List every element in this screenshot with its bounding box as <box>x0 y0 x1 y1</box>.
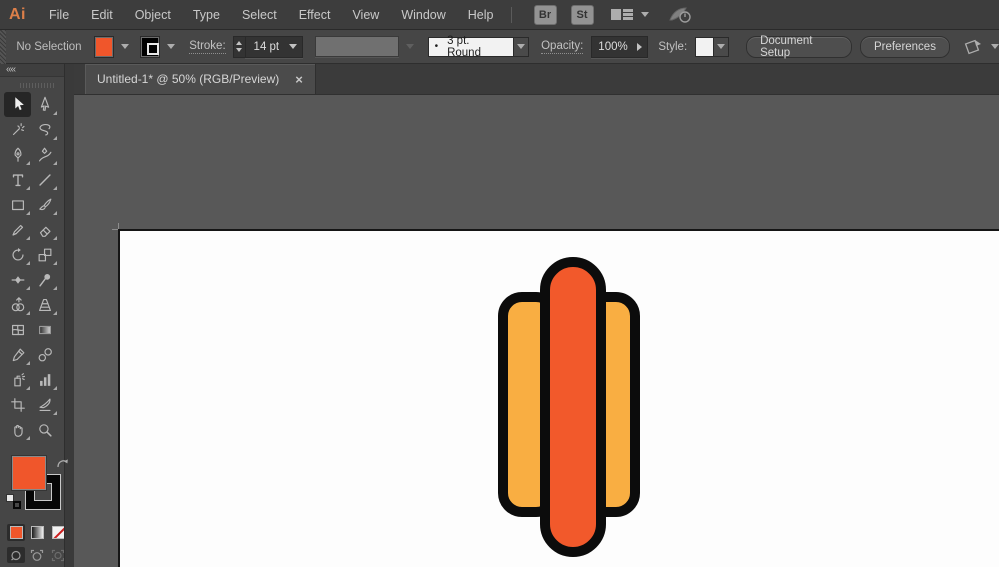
tab-close-icon[interactable]: × <box>295 73 303 86</box>
opacity-label[interactable]: Opacity: <box>541 40 584 54</box>
line-segment-tool[interactable] <box>31 167 58 192</box>
width-profile-chevron-icon <box>405 44 414 49</box>
stroke-color-chevron-icon[interactable] <box>167 44 176 49</box>
pen-tool[interactable] <box>4 142 31 167</box>
slice-tool[interactable] <box>31 392 58 417</box>
brush-chevron-icon[interactable] <box>513 36 530 57</box>
preferences-button[interactable]: Preferences <box>859 35 950 58</box>
draw-behind-icon[interactable] <box>28 547 46 563</box>
menu-bar: Ai File Edit Object Type Select Effect V… <box>0 0 999 30</box>
tools-panel: «« <box>0 64 74 567</box>
control-bar: No Selection Stroke: 14 pt • 3 pt. Round… <box>0 29 999 64</box>
fill-color-indicator[interactable] <box>12 456 46 490</box>
tools-grid <box>4 92 62 442</box>
magic-wand-tool[interactable] <box>4 117 31 142</box>
arrange-documents-chevron-icon[interactable] <box>640 12 649 17</box>
brush-definition-dropdown[interactable]: • 3 pt. Round <box>427 34 514 59</box>
rectangle-tool[interactable] <box>4 192 31 217</box>
transform-panel-icon[interactable] <box>962 37 984 57</box>
menu-view[interactable]: View <box>341 0 390 30</box>
draw-inside-icon[interactable] <box>49 547 67 563</box>
rotate-tool[interactable] <box>4 242 31 267</box>
hand-tool[interactable] <box>4 417 31 442</box>
color-button[interactable] <box>7 524 25 541</box>
menu-file[interactable]: File <box>38 0 80 30</box>
menu-help[interactable]: Help <box>457 0 505 30</box>
stroke-color-swatch[interactable] <box>140 35 161 58</box>
gradient-button[interactable] <box>28 524 46 541</box>
artboard[interactable] <box>118 229 999 567</box>
control-bar-grip[interactable] <box>0 29 7 64</box>
selection-status: No Selection <box>16 40 82 53</box>
zoom-tool[interactable] <box>31 417 58 442</box>
variable-width-profile-dropdown <box>314 36 399 57</box>
curvature-tool[interactable] <box>31 142 58 167</box>
swap-fill-stroke-icon[interactable] <box>55 456 70 470</box>
menu-edit[interactable]: Edit <box>80 0 124 30</box>
document-canvas[interactable] <box>74 95 999 567</box>
stepper-up-icon[interactable] <box>236 41 243 45</box>
width-tool[interactable] <box>4 267 31 292</box>
document-tab[interactable]: Untitled-1* @ 50% (RGB/Preview) × <box>85 64 316 94</box>
menu-select[interactable]: Select <box>231 0 288 30</box>
puppet-warp-tool[interactable] <box>31 267 58 292</box>
scale-tool[interactable] <box>31 242 58 267</box>
symbol-sprayer-tool[interactable] <box>4 367 31 392</box>
color-mode-row <box>7 524 74 541</box>
stroke-width-value: 14 pt <box>253 40 280 53</box>
opacity-field[interactable]: 100% <box>591 35 649 58</box>
none-button[interactable] <box>49 524 67 541</box>
artboard-tool[interactable] <box>4 392 31 417</box>
tools-panel-grip[interactable] <box>20 83 54 88</box>
eyedropper-tool[interactable] <box>4 342 31 367</box>
stock-button[interactable]: St <box>570 4 594 25</box>
stroke-width-chevron-icon[interactable] <box>288 44 297 49</box>
document-setup-button[interactable]: Document Setup <box>746 35 852 59</box>
style-label: Style: <box>658 40 688 53</box>
perspective-grid-tool[interactable] <box>31 292 58 317</box>
eraser-tool[interactable] <box>31 217 58 242</box>
selection-tool[interactable] <box>4 92 31 117</box>
graphic-style-swatch[interactable] <box>695 36 714 57</box>
transform-panel-chevron-icon[interactable] <box>990 44 999 49</box>
menu-effect[interactable]: Effect <box>288 0 342 30</box>
stroke-label[interactable]: Stroke: <box>189 40 226 54</box>
gradient-tool[interactable] <box>31 317 58 342</box>
opacity-arrow-icon[interactable] <box>637 42 643 51</box>
menubar-divider <box>510 6 512 23</box>
blend-tool[interactable] <box>31 342 58 367</box>
stroke-width-field[interactable]: 14 pt <box>244 35 303 58</box>
hotdog-sausage-shape[interactable] <box>540 257 606 557</box>
stroke-width-stepper[interactable] <box>232 35 245 58</box>
menu-window[interactable]: Window <box>390 0 456 30</box>
opacity-value: 100% <box>598 40 628 53</box>
fill-color-chevron-icon[interactable] <box>121 44 130 49</box>
drawing-modes-row <box>7 547 74 563</box>
type-tool[interactable] <box>4 167 31 192</box>
document-tab-title: Untitled-1* @ 50% (RGB/Preview) <box>97 72 280 86</box>
brush-name: 3 pt. Round <box>447 34 481 59</box>
draw-normal-icon[interactable] <box>7 547 25 563</box>
fill-stroke-indicator <box>6 456 70 514</box>
cs-live-icon[interactable] <box>667 5 693 25</box>
menu-type[interactable]: Type <box>182 0 231 30</box>
arrange-documents-icon[interactable] <box>610 7 634 22</box>
pencil-tool[interactable] <box>4 217 31 242</box>
tools-panel-collapse[interactable]: «« <box>0 64 74 77</box>
shape-builder-tool[interactable] <box>4 292 31 317</box>
bridge-button[interactable]: Br <box>533 4 557 25</box>
fill-color-swatch[interactable] <box>93 35 115 58</box>
default-fill-stroke-icon[interactable] <box>6 494 21 509</box>
column-graph-tool[interactable] <box>31 367 58 392</box>
style-chevron-icon[interactable] <box>713 36 730 57</box>
paintbrush-tool[interactable] <box>31 192 58 217</box>
stepper-down-icon[interactable] <box>236 48 243 52</box>
illustrator-logo: Ai <box>9 5 26 23</box>
menu-object[interactable]: Object <box>124 0 182 30</box>
document-tab-bar: Untitled-1* @ 50% (RGB/Preview) × <box>74 64 999 95</box>
brush-preview-icon: • <box>434 41 439 52</box>
mesh-tool[interactable] <box>4 317 31 342</box>
direct-selection-tool[interactable] <box>31 92 58 117</box>
lasso-tool[interactable] <box>31 117 58 142</box>
